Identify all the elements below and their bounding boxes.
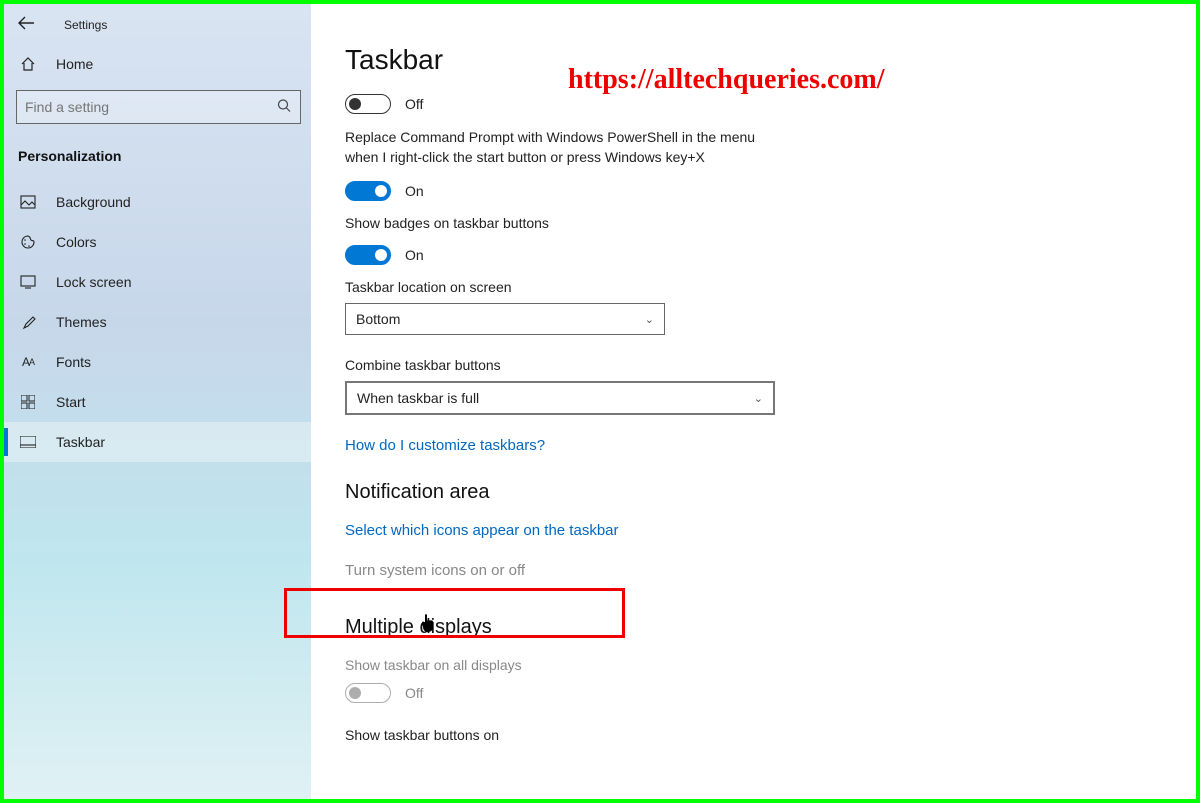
nav-taskbar[interactable]: Taskbar — [4, 422, 311, 462]
toggle-switch-1[interactable] — [345, 94, 391, 114]
nav-fonts[interactable]: AA Fonts — [4, 342, 311, 382]
back-arrow-icon[interactable] — [18, 16, 34, 34]
combine-select[interactable]: When taskbar is full ⌄ — [345, 381, 775, 415]
search-icon — [277, 99, 291, 116]
turn-system-icons-link[interactable]: Turn system icons on or off — [345, 562, 525, 579]
nav-label: Taskbar — [56, 434, 105, 450]
window-title: Settings — [64, 18, 107, 32]
multiple-displays-heading: Multiple displays — [345, 616, 1156, 639]
toggle-state-2: On — [405, 183, 424, 199]
toggle-all-displays: Off — [345, 683, 1156, 703]
nav-label: Fonts — [56, 354, 91, 370]
nav-home[interactable]: Home — [4, 44, 311, 84]
nav-label: Start — [56, 394, 86, 410]
location-label: Taskbar location on screen — [345, 279, 1156, 295]
chevron-down-icon: ⌄ — [754, 392, 763, 405]
select-icons-link[interactable]: Select which icons appear on the taskbar — [345, 522, 619, 539]
taskbar-icon — [18, 436, 38, 448]
nav-colors[interactable]: Colors — [4, 222, 311, 262]
fonts-icon: AA — [18, 355, 38, 369]
show-buttons-label: Show taskbar buttons on — [345, 727, 1156, 743]
combine-value: When taskbar is full — [357, 390, 479, 406]
nav-themes[interactable]: Themes — [4, 302, 311, 342]
watermark-url: https://alltechqueries.com/ — [568, 64, 885, 96]
toggle-state-1: Off — [405, 96, 423, 112]
picture-icon — [18, 195, 38, 209]
toggle-switch-4[interactable] — [345, 683, 391, 703]
powershell-desc: Replace Command Prompt with Windows Powe… — [345, 128, 775, 167]
search-wrap — [16, 90, 301, 124]
nav-label: Lock screen — [56, 274, 131, 290]
nav-label: Colors — [56, 234, 96, 250]
badges-label: Show badges on taskbar buttons — [345, 215, 1156, 231]
combine-label: Combine taskbar buttons — [345, 357, 1156, 373]
nav-home-label: Home — [56, 56, 93, 72]
brush-icon — [18, 314, 38, 330]
home-icon — [18, 56, 38, 72]
show-all-displays-label: Show taskbar on all displays — [345, 657, 1156, 673]
sidebar-header: Settings — [4, 10, 311, 44]
customize-help-link[interactable]: How do I customize taskbars? — [345, 437, 545, 454]
location-value: Bottom — [356, 311, 400, 327]
section-label: Personalization — [4, 134, 311, 182]
toggle-switch-3[interactable] — [345, 245, 391, 265]
main-content: Taskbar Off Replace Command Prompt with … — [311, 4, 1196, 799]
toggle-switch-2[interactable] — [345, 181, 391, 201]
toggle-badges: On — [345, 245, 1156, 265]
location-select[interactable]: Bottom ⌄ — [345, 303, 665, 335]
search-input[interactable] — [16, 90, 301, 124]
toggle-powershell: On — [345, 181, 1156, 201]
toggle-state-3: On — [405, 247, 424, 263]
nav-start[interactable]: Start — [4, 382, 311, 422]
nav-background[interactable]: Background — [4, 182, 311, 222]
notification-area-heading: Notification area — [345, 481, 1156, 504]
chevron-down-icon: ⌄ — [645, 313, 654, 326]
sidebar: Settings Home Personalization Background — [4, 4, 311, 799]
start-icon — [18, 395, 38, 409]
toggle-lock-taskbar: Off — [345, 94, 1156, 114]
palette-icon — [18, 234, 38, 250]
toggle-state-4: Off — [405, 685, 423, 701]
lockscreen-icon — [18, 275, 38, 289]
nav-label: Background — [56, 194, 131, 210]
nav-label: Themes — [56, 314, 107, 330]
nav-lockscreen[interactable]: Lock screen — [4, 262, 311, 302]
